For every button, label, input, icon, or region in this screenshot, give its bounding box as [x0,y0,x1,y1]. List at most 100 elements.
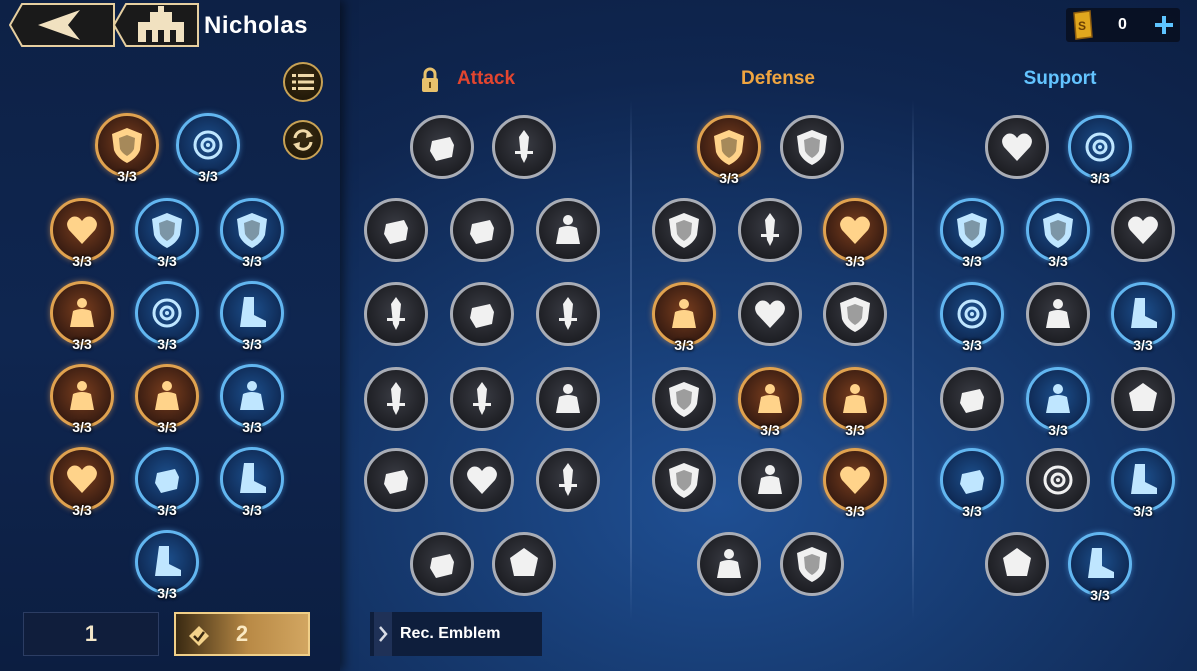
emblem-heart[interactable] [985,115,1049,179]
emblem-broken-heart[interactable]: 3/3 [50,447,114,518]
emblem-trident[interactable] [364,367,428,431]
emblem-boot[interactable]: 3/3 [220,281,284,352]
swap-button[interactable] [283,120,323,160]
emblem-level-count: 3/3 [72,336,92,352]
emblem-gear-boot[interactable]: 3/3 [1111,448,1175,519]
emblem-spin-hero[interactable]: 3/3 [652,282,716,353]
emblem-burst-hero[interactable] [536,198,600,262]
emblem-level-count: 3/3 [1133,337,1153,353]
emblem-fist[interactable] [410,115,474,179]
shield-icon [112,128,142,163]
emblem-crowned-hero[interactable]: 3/3 [50,364,114,435]
emblem-sparkle-hero[interactable] [738,448,802,512]
back-button[interactable] [8,2,116,48]
emblem-arc-hero[interactable]: 3/3 [823,367,887,438]
emblem-praying-hands[interactable] [940,367,1004,431]
emblem-level-count: 3/3 [962,253,982,269]
emblem-level-count: 3/3 [198,168,218,184]
emblem-star-shield[interactable] [652,198,716,262]
emblem-drop[interactable] [985,532,1049,596]
plus-hero-icon [1046,299,1070,328]
emblem-meditate[interactable] [697,532,761,596]
emblem-heart-plus[interactable]: 3/3 [823,198,887,269]
emblem-glow-hero[interactable]: 3/3 [220,364,284,435]
emblem-level-count: 3/3 [962,337,982,353]
emblem-shield[interactable]: 3/3 [697,115,761,186]
emblem-gauntlet[interactable] [450,282,514,346]
emblem-plus-hero[interactable] [1026,282,1090,346]
bull-icon [384,220,408,244]
emblem-hand[interactable]: 3/3 [135,447,199,518]
home-button[interactable] [112,2,200,48]
emblem-level-count: 3/3 [157,253,177,269]
emblem-glow-hero[interactable]: 3/3 [1026,367,1090,438]
emblem-cracked-heart[interactable] [450,448,514,512]
emblem-level-count: 3/3 [242,253,262,269]
emblem-speed-boot[interactable]: 3/3 [135,530,199,601]
emblem-target[interactable]: 3/3 [1068,115,1132,186]
scroll-coin-icon: S [1073,10,1093,40]
emblem-chain-shield[interactable]: 3/3 [220,198,284,269]
blade-icon [559,297,577,330]
emblem-axe[interactable] [536,448,600,512]
emblem-crowned-hero[interactable]: 3/3 [738,367,802,438]
emblem-winged-shield[interactable]: 3/3 [940,198,1004,269]
emblem-dagger[interactable] [738,198,802,262]
emblem-shield[interactable]: 3/3 [95,113,159,184]
star-shield-icon [669,213,699,248]
gauntlet-icon [470,304,494,328]
emblem-boot[interactable]: 3/3 [1111,282,1175,353]
winged-shield-icon [957,213,987,248]
emblem-target[interactable]: 3/3 [176,113,240,184]
emblem-arc-hero[interactable]: 3/3 [135,364,199,435]
spin-hero-icon [672,299,696,328]
axe-icon [559,463,577,496]
emblem-spin-hero[interactable]: 3/3 [50,281,114,352]
plus-icon[interactable] [1154,15,1174,35]
emblem-demon[interactable] [364,448,428,512]
emblem-chain-shield[interactable]: 3/3 [1026,198,1090,269]
emblem-hex-shield[interactable] [780,115,844,179]
fist-icon [430,137,454,161]
emblem-bullseye[interactable]: 3/3 [135,281,199,352]
emblem-crossed-swords[interactable] [492,115,556,179]
emblem-hand[interactable]: 3/3 [940,448,1004,519]
emblem-page-2-tab[interactable]: 2 [174,612,310,656]
emblem-bull[interactable] [364,198,428,262]
emblem-spikes[interactable] [450,367,514,431]
emblem-layered-shield[interactable] [780,532,844,596]
emblem-level-count: 3/3 [845,422,865,438]
emblem-bullseye[interactable]: 3/3 [940,282,1004,353]
emblem-sword[interactable] [364,282,428,346]
emblem-speed-boot[interactable]: 3/3 [1068,532,1132,603]
emblem-heart-shard[interactable] [738,282,802,346]
meditate-icon [717,549,741,578]
rec-emblem-label: Rec. Emblem [400,625,501,642]
emblem-archer[interactable] [536,367,600,431]
emblem-held-heart[interactable] [1111,198,1175,262]
emblem-heart-plus[interactable]: 3/3 [50,198,114,269]
emblem-level-count: 3/3 [157,585,177,601]
emblem-winged-shield[interactable]: 3/3 [135,198,199,269]
emblem-page-1-tab[interactable]: 1 [23,612,159,656]
emblem-level-count: 3/3 [242,502,262,518]
emblem-broken-heart[interactable]: 3/3 [823,448,887,519]
bullseye-icon [152,298,182,328]
lock-icon [422,67,438,92]
emblem-blade[interactable] [536,282,600,346]
horn-icon [1129,383,1157,411]
emblem-knight[interactable] [450,198,514,262]
currency-value: 0 [1118,16,1127,33]
emblem-gear-boot[interactable]: 3/3 [220,447,284,518]
emblem-horn[interactable] [1111,367,1175,431]
emblem-stopwatch[interactable] [1026,448,1090,512]
list-button[interactable] [283,62,323,102]
emblem-fire[interactable] [492,532,556,596]
glow-hero-icon [1046,384,1070,413]
rec-emblem-button[interactable]: Rec. Emblem [370,612,542,656]
emblem-cracked-fist[interactable] [410,532,474,596]
emblem-armor[interactable] [823,282,887,346]
emblem-helmet[interactable] [652,448,716,512]
bullseye-icon [957,299,987,329]
emblem-pierced-shield[interactable] [652,367,716,431]
